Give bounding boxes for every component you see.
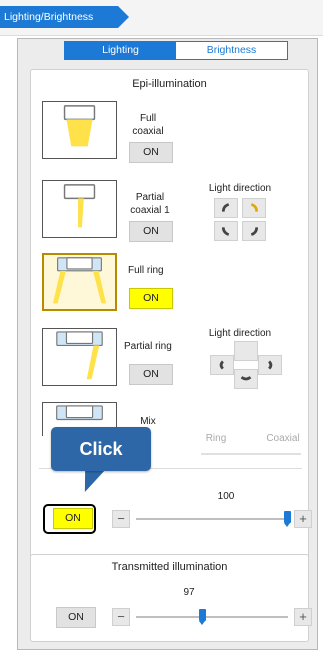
arc-left-icon — [219, 360, 224, 370]
epi-intensity-thumb[interactable] — [284, 511, 291, 527]
arc-bottom-icon — [240, 376, 252, 381]
epi-title: Epi-illumination — [132, 78, 207, 90]
arc-bottom-right-icon — [250, 227, 259, 236]
click-callout: Click — [51, 427, 151, 471]
full-ring-icon — [52, 257, 107, 304]
direction-bottom-left-button[interactable] — [214, 221, 238, 241]
epi-intensity-value: 100 — [217, 491, 235, 502]
breadcrumb-lighting-brightness[interactable]: Lighting/Brightness — [0, 6, 129, 28]
direction-bottom-button[interactable] — [234, 369, 258, 389]
epi-plus-button[interactable]: + — [294, 510, 312, 528]
partial-ring-label: Partial ring — [124, 341, 172, 352]
transmitted-illumination-group: Transmitted illumination 97 ON − + — [30, 554, 312, 642]
partial-ring-direction-label: Light direction — [208, 328, 272, 339]
plus-icon: + — [299, 609, 307, 624]
mix-slider-track[interactable] — [201, 453, 301, 455]
title-bar: Lighting/Brightness — [0, 0, 323, 36]
full-ring-mode-icon[interactable] — [42, 253, 117, 311]
epi-intensity-slider[interactable] — [136, 518, 288, 520]
mix-ring-label: Ring — [205, 433, 227, 444]
partial-ring-icon — [56, 331, 103, 380]
minus-icon: − — [117, 609, 125, 624]
lighting-panel: Lighting Brightness Epi-illumination Ful… — [17, 38, 318, 650]
transmitted-on-button[interactable]: ON — [56, 607, 96, 628]
arc-bottom-left-icon — [221, 227, 230, 236]
partial-ring-mode-icon[interactable] — [42, 328, 117, 386]
transmitted-plus-button[interactable]: + — [294, 608, 312, 626]
full-coaxial-mode-icon[interactable] — [42, 101, 117, 159]
arc-top-icon — [240, 349, 252, 354]
epi-minus-button[interactable]: − — [112, 510, 130, 528]
on-button-highlight — [43, 504, 96, 534]
partial-coaxial-on-button[interactable]: ON — [129, 221, 173, 242]
full-ring-label: Full ring — [128, 265, 164, 276]
direction-top-button[interactable] — [234, 341, 258, 361]
full-coaxial-label: Full coaxial — [132, 113, 164, 137]
full-coaxial-icon — [63, 105, 96, 147]
direction-left-button[interactable] — [210, 355, 234, 375]
transmitted-title: Transmitted illumination — [111, 561, 228, 573]
partial-coaxial-label: Partial coaxial 1 — [130, 192, 170, 216]
direction-top-right-button[interactable] — [242, 198, 266, 218]
transmitted-slider[interactable] — [136, 616, 288, 618]
transmitted-thumb[interactable] — [199, 609, 206, 625]
tab-lighting[interactable]: Lighting — [65, 42, 176, 59]
epi-illumination-group: Epi-illumination Full coaxial ON Partial… — [30, 69, 312, 579]
partial-coaxial-icon — [63, 184, 96, 228]
tab-brightness[interactable]: Brightness — [176, 42, 287, 59]
transmitted-minus-button[interactable]: − — [112, 608, 130, 626]
transmitted-value: 97 — [183, 587, 195, 598]
full-ring-on-button[interactable]: ON — [129, 288, 173, 309]
arc-top-right-icon — [250, 203, 259, 212]
plus-icon: + — [299, 511, 307, 526]
direction-right-button[interactable] — [258, 355, 282, 375]
minus-icon: − — [117, 511, 125, 526]
partial-coaxial-mode-icon[interactable] — [42, 180, 117, 238]
mode-tabs: Lighting Brightness — [64, 41, 288, 60]
partial-coaxial-direction-label: Light direction — [208, 183, 272, 194]
mix-coaxial-label: Coaxial — [266, 433, 300, 444]
arc-right-icon — [268, 360, 273, 370]
direction-top-left-button[interactable] — [214, 198, 238, 218]
full-coaxial-on-button[interactable]: ON — [129, 142, 173, 163]
arc-top-left-icon — [221, 203, 230, 212]
partial-ring-on-button[interactable]: ON — [129, 364, 173, 385]
direction-bottom-right-button[interactable] — [242, 221, 266, 241]
